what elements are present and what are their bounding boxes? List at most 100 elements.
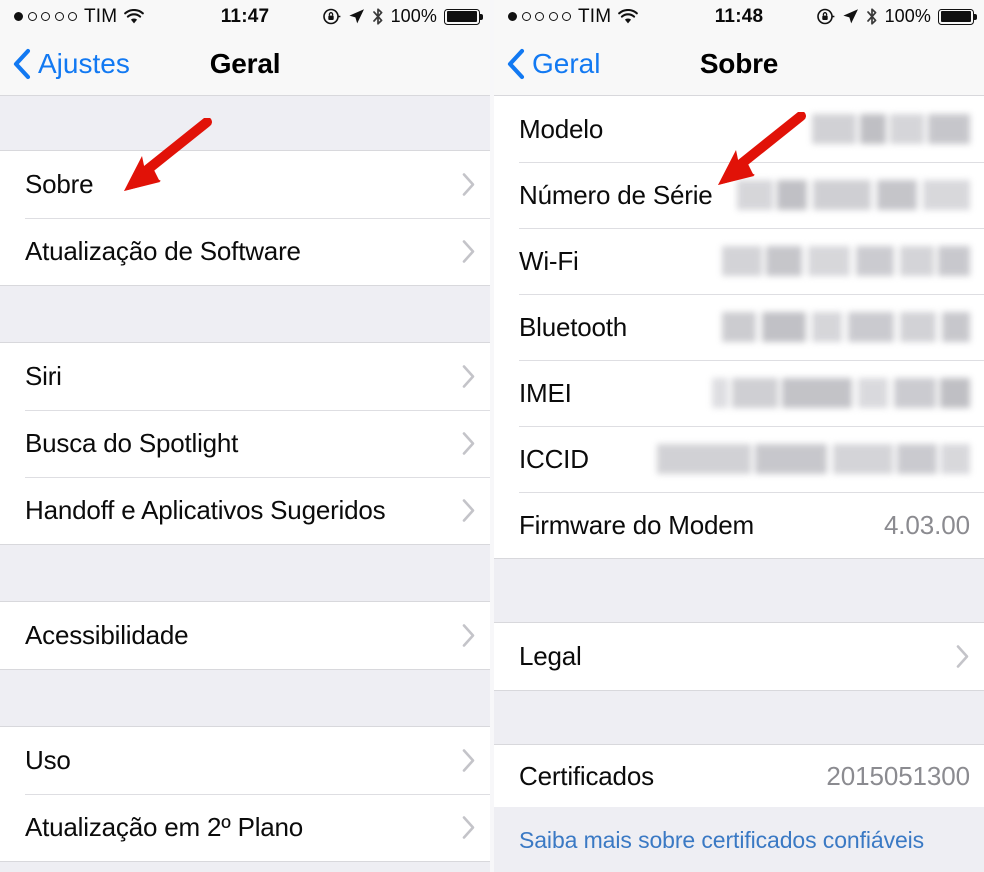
settings-row-handoff-e-aplicativos-sugeridos[interactable]: Handoff e Aplicativos Sugeridos	[0, 477, 490, 544]
row-label: Sobre	[25, 169, 94, 199]
row-label: Uso	[25, 745, 71, 775]
chevron-right-icon	[462, 816, 475, 839]
redacted-value-modelo	[812, 114, 970, 144]
chevron-right-icon	[462, 365, 475, 388]
row-label: Número de Série	[519, 179, 713, 210]
chevron-right-icon	[462, 499, 475, 522]
battery-percent-label: 100%	[884, 6, 931, 26]
settings-row-uso[interactable]: Uso	[0, 727, 490, 794]
status-bar-left: TIM 11:47 100%	[0, 0, 490, 33]
about-group-3: Certificados 2015051300	[494, 745, 984, 807]
signal-strength-dots	[14, 12, 77, 21]
about-row-wifi[interactable]: Wi-Fi	[494, 228, 984, 294]
about-list: Modelo Número de Série Wi-Fi Bluetooth I…	[494, 96, 984, 872]
redacted-value-imei	[712, 378, 970, 408]
settings-group-1: Sobre Atualização de Software	[0, 151, 490, 285]
battery-full-icon	[938, 8, 978, 25]
row-value: 2015051300	[826, 760, 970, 791]
settings-row-atualizacao-de-software[interactable]: Atualização de Software	[0, 218, 490, 285]
back-button-label: Geral	[532, 48, 601, 79]
section-gap	[494, 690, 984, 745]
row-label: Busca do Spotlight	[25, 428, 239, 458]
settings-row-atualizacao-em-2-plano[interactable]: Atualização em 2º Plano	[0, 794, 490, 861]
chevron-right-icon	[956, 645, 969, 668]
row-label: Certificados	[519, 760, 654, 791]
back-button-geral[interactable]: Geral	[494, 48, 600, 80]
wifi-icon	[124, 8, 145, 23]
row-label: Wi-Fi	[519, 245, 579, 276]
bluetooth-icon	[372, 8, 383, 25]
row-label: IMEI	[519, 377, 572, 408]
about-row-legal[interactable]: Legal	[494, 623, 984, 690]
row-label: Legal	[519, 641, 582, 671]
row-label: Handoff e Aplicativos Sugeridos	[25, 495, 386, 525]
rotation-lock-icon	[322, 8, 340, 25]
battery-full-icon	[444, 8, 484, 25]
list-bottom-filler	[494, 854, 984, 872]
location-arrow-icon	[842, 9, 858, 24]
section-gap	[0, 544, 490, 602]
left-phone-screen-geral: TIM 11:47 100% Ajustes Geral Sobre Atual…	[0, 0, 490, 872]
carrier-label: TIM	[578, 5, 612, 27]
nav-bar-left: Ajustes Geral	[0, 33, 490, 96]
settings-row-sobre[interactable]: Sobre	[0, 151, 490, 218]
section-gap	[494, 558, 984, 623]
redacted-value-bluetooth	[722, 312, 970, 342]
chevron-right-icon	[462, 432, 475, 455]
row-label: Modelo	[519, 113, 604, 144]
right-phone-screen-sobre: TIM 11:48 100% Geral Sobre Modelo Número…	[494, 0, 984, 872]
row-label: Siri	[25, 361, 62, 391]
row-label: Bluetooth	[519, 311, 628, 342]
row-label: Firmware do Modem	[519, 509, 754, 540]
learn-more-certificates-link[interactable]: Saiba mais sobre certificados confiáveis	[494, 807, 984, 854]
chevron-right-icon	[462, 749, 475, 772]
redacted-value-wifi	[722, 246, 970, 276]
settings-row-acessibilidade[interactable]: Acessibilidade	[0, 602, 490, 669]
settings-row-busca-do-spotlight[interactable]: Busca do Spotlight	[0, 410, 490, 477]
about-group-2: Legal	[494, 623, 984, 690]
section-gap	[0, 285, 490, 343]
status-bar-right-group: 100%	[816, 6, 978, 27]
wifi-icon	[618, 8, 639, 23]
redacted-value-numero-de-serie	[737, 180, 970, 210]
about-row-certificados[interactable]: Certificados 2015051300	[494, 745, 984, 807]
about-row-modelo[interactable]: Modelo	[494, 96, 984, 162]
settings-group-2: Siri Busca do Spotlight Handoff e Aplica…	[0, 343, 490, 544]
about-row-bluetooth[interactable]: Bluetooth	[494, 294, 984, 360]
settings-group-3: Acessibilidade	[0, 602, 490, 669]
back-button-label: Ajustes	[38, 48, 130, 79]
about-row-firmware-do-modem[interactable]: Firmware do Modem 4.03.00	[494, 492, 984, 558]
section-gap	[0, 861, 490, 872]
row-label: Atualização de Software	[25, 236, 301, 266]
carrier-label: TIM	[84, 5, 118, 27]
row-label: Atualização em 2º Plano	[25, 812, 304, 842]
settings-list-geral: Sobre Atualização de Software Siri Busca…	[0, 96, 490, 872]
status-bar-left-group: TIM	[14, 5, 145, 28]
bluetooth-icon	[866, 8, 877, 25]
back-button-ajustes[interactable]: Ajustes	[0, 48, 130, 80]
section-gap	[0, 669, 490, 727]
chevron-right-icon	[462, 624, 475, 647]
status-bar-right: TIM 11:48 100%	[494, 0, 984, 33]
nav-bar-right: Geral Sobre	[494, 33, 984, 96]
section-gap	[0, 96, 490, 151]
settings-group-4: Uso Atualização em 2º Plano	[0, 727, 490, 861]
battery-percent-label: 100%	[390, 6, 437, 26]
row-label: ICCID	[519, 443, 589, 474]
about-row-iccid[interactable]: ICCID	[494, 426, 984, 492]
about-row-numero-de-serie[interactable]: Número de Série	[494, 162, 984, 228]
about-group-1: Modelo Número de Série Wi-Fi Bluetooth I…	[494, 96, 984, 558]
row-value: 4.03.00	[883, 509, 970, 540]
chevron-left-icon	[507, 48, 525, 80]
redacted-value-iccid	[657, 444, 970, 474]
chevron-right-icon	[462, 173, 475, 196]
dual-screenshot-container: TIM 11:47 100% Ajustes Geral Sobre Atual…	[0, 0, 984, 872]
signal-strength-dots	[508, 12, 571, 21]
status-bar-left-group: TIM	[508, 5, 639, 28]
chevron-right-icon	[462, 240, 475, 263]
about-row-imei[interactable]: IMEI	[494, 360, 984, 426]
status-bar-right-group: 100%	[322, 6, 484, 27]
location-arrow-icon	[348, 9, 364, 24]
row-label: Acessibilidade	[25, 620, 189, 650]
settings-row-siri[interactable]: Siri	[0, 343, 490, 410]
